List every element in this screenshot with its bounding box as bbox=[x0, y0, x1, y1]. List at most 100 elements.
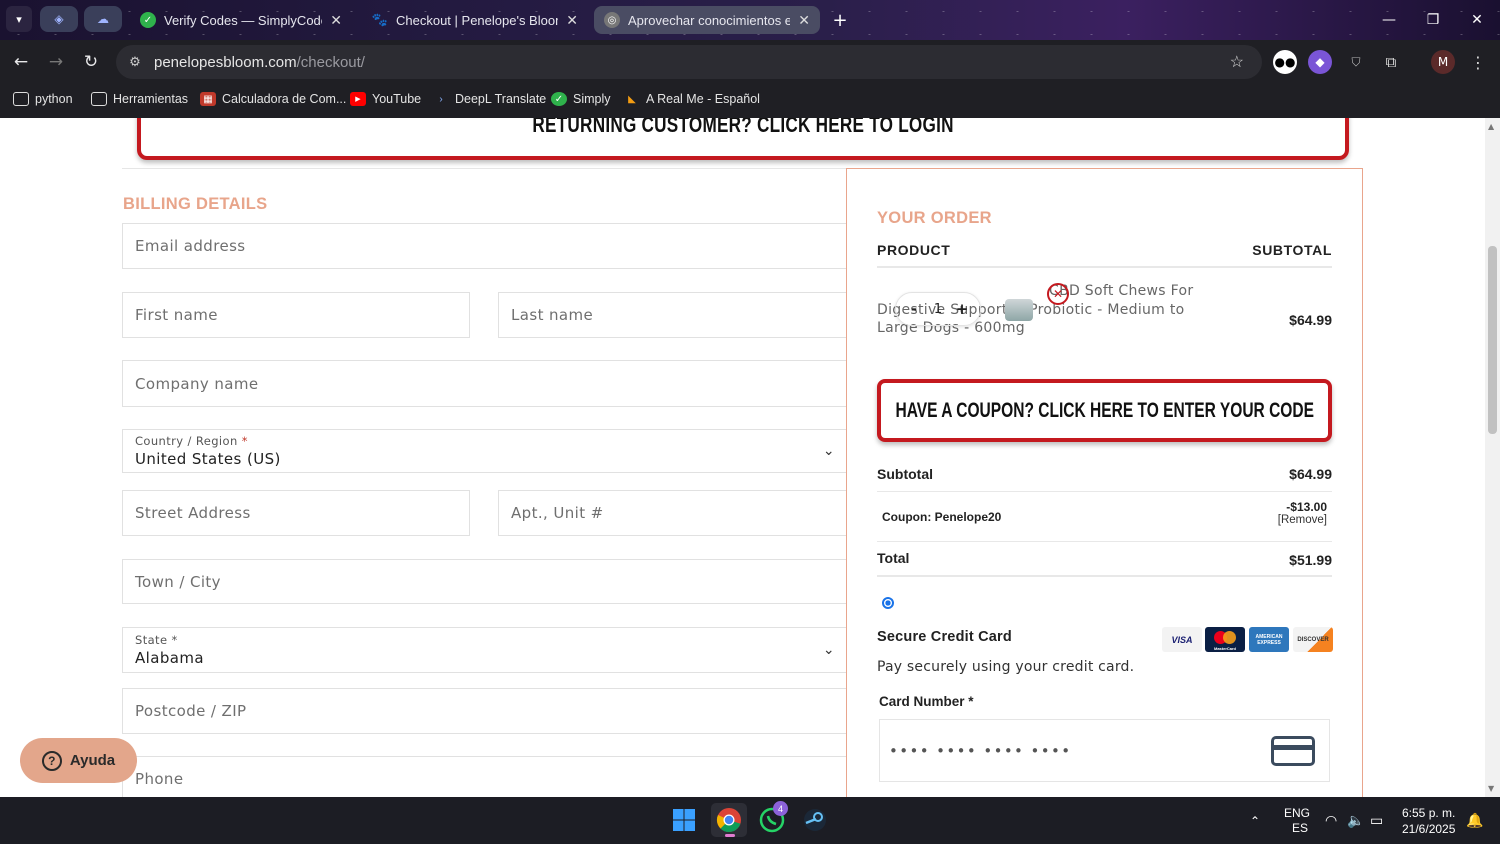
tab-search-icon[interactable]: ▾ bbox=[6, 6, 32, 32]
clock[interactable]: 6:55 p. m. 21/6/2025 bbox=[1402, 797, 1455, 844]
back-icon[interactable]: ← bbox=[9, 50, 33, 74]
pinned-tab-icon[interactable]: ◈ bbox=[40, 6, 78, 32]
coupon-banner-text: Have a coupon? Click here to enter your … bbox=[895, 398, 1314, 422]
city-field[interactable]: Town / City bbox=[122, 559, 848, 604]
shield-icon[interactable]: ⛉ bbox=[1344, 50, 1368, 74]
wifi-icon[interactable]: ◠ bbox=[1325, 797, 1337, 844]
menu-dots-icon[interactable]: ⋮ bbox=[1466, 50, 1490, 74]
new-tab-button[interactable]: + bbox=[828, 8, 852, 32]
phone-field[interactable]: Phone bbox=[122, 756, 848, 797]
state-select[interactable]: State * Alabama ⌄ bbox=[122, 627, 848, 673]
bookmark-python[interactable]: python bbox=[13, 92, 73, 106]
tab-checkout[interactable]: 🐾 Checkout | Penelope's Bloom ✕ bbox=[362, 6, 588, 34]
company-field[interactable]: Company name bbox=[122, 360, 848, 407]
minimize-button[interactable]: — bbox=[1366, 0, 1412, 40]
tab-aprovechar[interactable]: ◎ Aprovechar conocimientos en I ✕ bbox=[594, 6, 820, 34]
close-icon[interactable]: ✕ bbox=[330, 12, 342, 29]
notification-icon[interactable]: 🔔 bbox=[1466, 797, 1483, 844]
language-indicator[interactable]: ENG ES bbox=[1284, 797, 1310, 844]
bookmark-herramientas[interactable]: Herramientas bbox=[91, 92, 188, 106]
postcode-field[interactable]: Postcode / ZIP bbox=[122, 688, 848, 734]
country-label: Country / Region * bbox=[135, 434, 248, 448]
order-summary-panel: YOUR ORDER PRODUCT SUBTOTAL CBD Soft Che… bbox=[846, 168, 1363, 797]
coupon-banner[interactable]: Have a coupon? Click here to enter your … bbox=[877, 379, 1332, 442]
site-info-icon[interactable]: ⚙ bbox=[124, 51, 146, 73]
bookmark-arealme[interactable]: ◣ A Real Me - Español bbox=[624, 92, 760, 106]
forward-icon[interactable]: → bbox=[44, 50, 68, 74]
pinned-tab-icon[interactable]: ☁ bbox=[84, 6, 122, 32]
check-icon: ✓ bbox=[551, 92, 567, 106]
folder-icon bbox=[13, 92, 29, 106]
divider bbox=[877, 575, 1332, 577]
close-window-button[interactable]: ✕ bbox=[1454, 0, 1500, 40]
extension-icon[interactable]: ●● bbox=[1273, 50, 1297, 74]
lang-top: ENG bbox=[1284, 805, 1311, 820]
scrollbar-thumb[interactable] bbox=[1488, 246, 1497, 434]
bookmark-youtube[interactable]: ▶ YouTube bbox=[350, 92, 421, 106]
scroll-up-icon[interactable]: ▲ bbox=[1488, 122, 1494, 131]
scroll-down-icon[interactable]: ▼ bbox=[1488, 784, 1494, 793]
product-thumbnail bbox=[1005, 299, 1033, 321]
quantity-stepper[interactable]: - 1 + bbox=[895, 292, 981, 326]
first-name-field[interactable]: First name bbox=[122, 292, 470, 338]
street-placeholder: Street Address bbox=[135, 504, 251, 522]
active-indicator bbox=[725, 834, 735, 837]
remove-coupon-link[interactable]: [Remove] bbox=[1278, 514, 1327, 526]
bookmark-label: DeepL Translate bbox=[455, 92, 547, 106]
last-name-field[interactable]: Last name bbox=[498, 292, 848, 338]
extensions-puzzle-icon[interactable]: ⧉ bbox=[1379, 50, 1403, 74]
windows-taskbar: 4 ⌃ ENG ES ◠ 🔈 ▭ 6:55 p. m. 21/6/2025 🔔 bbox=[0, 797, 1500, 844]
reload-icon[interactable]: ↻ bbox=[79, 50, 103, 74]
tab-label: Checkout | Penelope's Bloom bbox=[396, 12, 559, 28]
coupon-label: Coupon: Penelope20 bbox=[882, 510, 1002, 524]
bookmark-deepl[interactable]: › DeepL Translate bbox=[433, 92, 546, 106]
card-number-input[interactable]: •••• •••• •••• •••• bbox=[879, 719, 1330, 782]
steam-icon[interactable] bbox=[797, 803, 833, 837]
windows-start-icon[interactable] bbox=[666, 803, 702, 837]
help-button[interactable]: ? Ayuda bbox=[20, 738, 137, 783]
card-number-placeholder: •••• •••• •••• •••• bbox=[889, 741, 1072, 760]
close-icon[interactable]: ✕ bbox=[566, 12, 578, 29]
quantity-value[interactable]: 1 bbox=[934, 302, 942, 317]
extension-icon[interactable]: ◆ bbox=[1308, 50, 1332, 74]
profile-avatar[interactable]: M bbox=[1431, 50, 1455, 74]
battery-icon[interactable]: ▭ bbox=[1370, 797, 1383, 844]
returning-customer-banner[interactable]: Returning customer? Click here to login bbox=[137, 118, 1349, 160]
remove-item-icon[interactable]: ✕ bbox=[1047, 283, 1069, 305]
company-placeholder: Company name bbox=[135, 374, 259, 393]
deepl-icon: › bbox=[439, 93, 443, 105]
coupon-value: -$13.00 bbox=[1286, 500, 1327, 514]
volume-icon[interactable]: 🔈 bbox=[1347, 797, 1364, 844]
phone-placeholder: Phone bbox=[135, 770, 184, 788]
chrome-icon[interactable] bbox=[711, 803, 747, 837]
bookmark-simply[interactable]: ✓ Simply bbox=[551, 92, 611, 106]
your-order-title: YOUR ORDER bbox=[877, 209, 992, 227]
tab-simplycodes[interactable]: ✓ Verify Codes — SimplyCodes ✕ bbox=[130, 6, 352, 34]
bookmark-label: Simply bbox=[573, 92, 611, 106]
show-hidden-icons[interactable]: ⌃ bbox=[1250, 797, 1260, 844]
calculator-icon: ▦ bbox=[200, 92, 216, 106]
increase-qty-button[interactable]: + bbox=[950, 300, 974, 318]
help-label: Ayuda bbox=[69, 752, 116, 769]
apt-unit-field[interactable]: Apt., Unit # bbox=[498, 490, 848, 536]
last-name-placeholder: Last name bbox=[511, 306, 594, 324]
restore-button[interactable]: ❐ bbox=[1410, 0, 1456, 40]
postcode-placeholder: Postcode / ZIP bbox=[135, 702, 247, 720]
city-placeholder: Town / City bbox=[135, 572, 221, 591]
payment-description: Pay securely using your credit card. bbox=[877, 659, 1135, 675]
page-scrollbar[interactable]: ▲ ▼ bbox=[1485, 118, 1500, 797]
email-field[interactable]: Email address bbox=[122, 223, 848, 269]
decrease-qty-button[interactable]: - bbox=[902, 300, 926, 318]
address-bar[interactable]: ⚙ penelopesbloom.com/checkout/ ☆ bbox=[116, 45, 1262, 79]
country-select[interactable]: Country / Region * United States (US) ⌄ bbox=[122, 429, 848, 473]
returning-customer-text: Returning customer? Click here to login bbox=[532, 118, 954, 137]
lang-bottom: ES bbox=[1292, 820, 1309, 835]
street-address-field[interactable]: Street Address bbox=[122, 490, 470, 536]
bookmark-calculadora[interactable]: ▦ Calculadora de Com... bbox=[200, 92, 346, 106]
whatsapp-icon[interactable]: 4 bbox=[754, 801, 790, 837]
bookmark-star-icon[interactable]: ☆ bbox=[1230, 52, 1244, 72]
payment-radio[interactable] bbox=[882, 597, 894, 609]
subtotal-column-header: SUBTOTAL bbox=[1252, 242, 1332, 258]
close-icon[interactable]: ✕ bbox=[798, 12, 810, 29]
paw-icon: 🐾 bbox=[371, 12, 389, 27]
